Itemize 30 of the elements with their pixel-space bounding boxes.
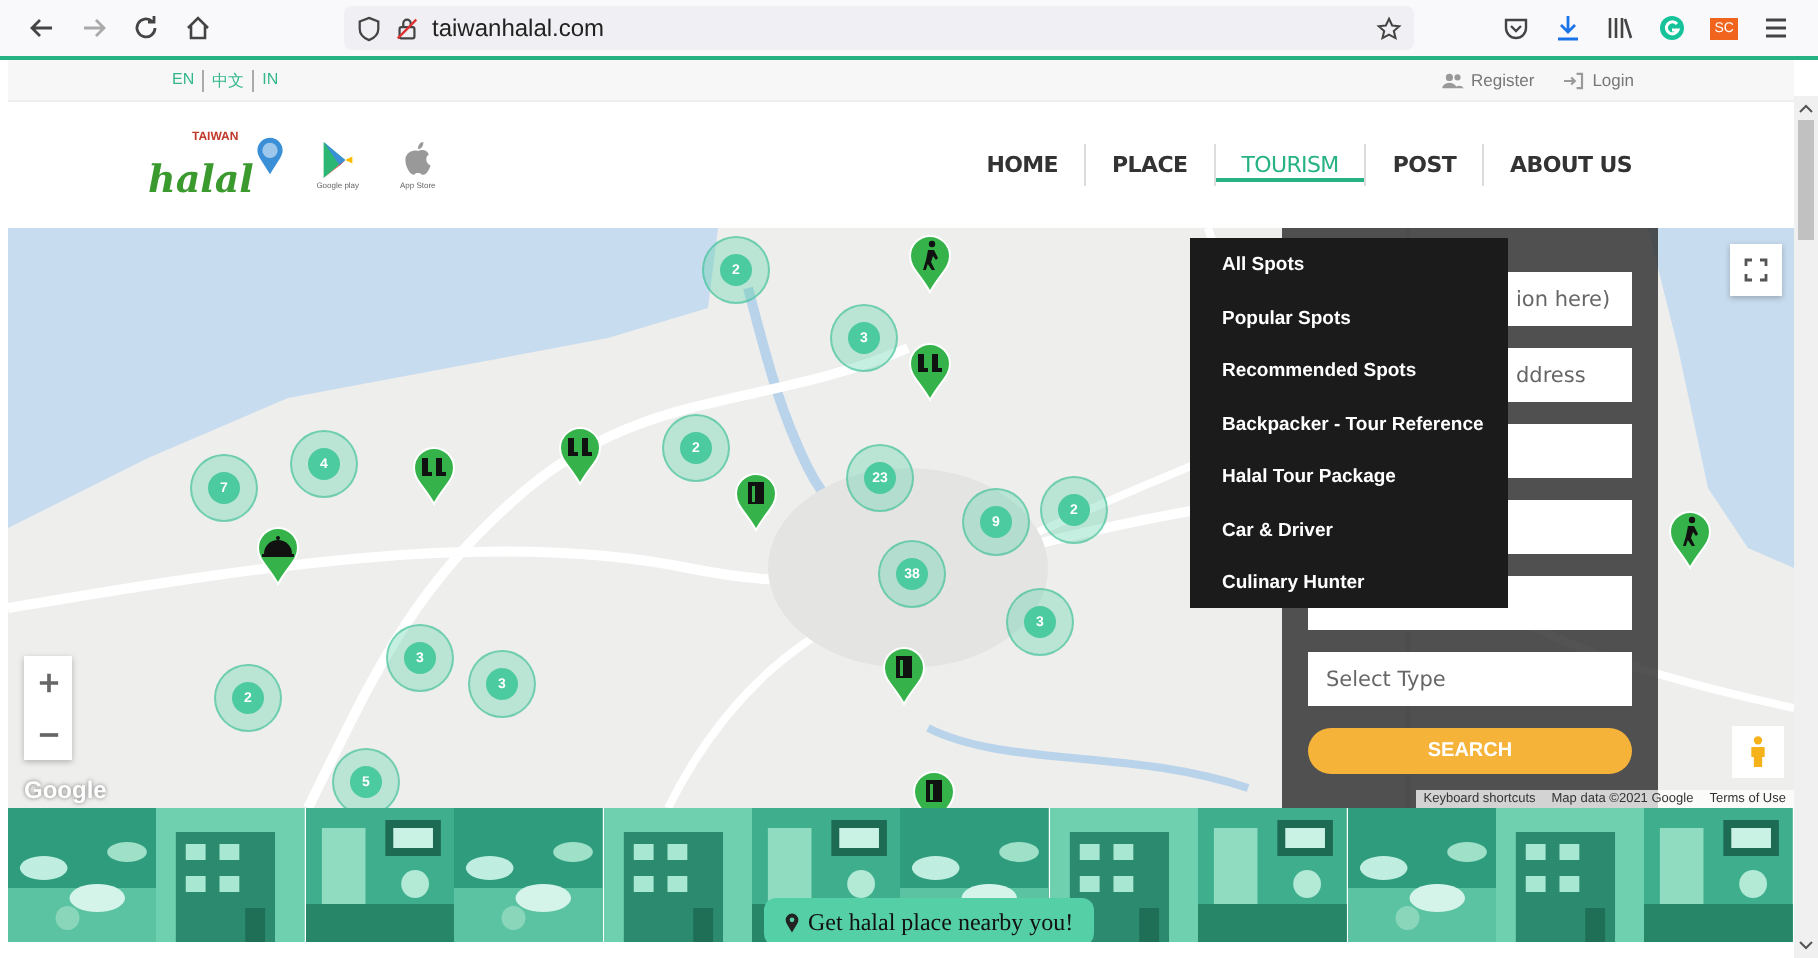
map-pin-icon [784,911,800,933]
nav-link[interactable]: HOME [960,144,1085,186]
login-link[interactable]: Login [1592,70,1634,90]
download-icon[interactable] [1554,14,1583,42]
language-link[interactable]: EN [164,69,203,91]
register-link[interactable]: Register [1471,70,1535,90]
reload-icon[interactable] [132,14,160,42]
scroll-down-icon[interactable] [1798,938,1814,954]
scroll-thumb[interactable] [1798,120,1814,240]
nav-link[interactable]: ABOUT US [1482,144,1658,186]
back-icon[interactable] [28,14,56,42]
lock-icon[interactable] [394,15,420,41]
nav-link[interactable]: POST [1364,144,1483,186]
star-icon[interactable] [1376,15,1402,41]
nearby-button[interactable]: Get halal place nearby you! [764,898,1094,942]
login-icon [1562,71,1585,89]
pocket-icon[interactable] [1502,14,1531,42]
scrollbar[interactable] [1794,96,1818,958]
nav-link[interactable]: TOURISM [1213,144,1365,186]
home-icon[interactable] [184,14,212,42]
language-link[interactable]: 中文 [202,69,253,91]
address-bar[interactable]: taiwanhalal.com [344,6,1414,50]
users-icon [1441,71,1464,89]
shield-icon[interactable] [356,15,382,41]
nav-link[interactable]: PLACE [1084,144,1214,186]
url-text: taiwanhalal.com [432,14,607,42]
scroll-up-icon[interactable] [1798,100,1814,116]
language-link[interactable]: IN [252,69,287,91]
library-icon[interactable] [1606,14,1635,42]
menu-icon[interactable] [1762,14,1790,42]
